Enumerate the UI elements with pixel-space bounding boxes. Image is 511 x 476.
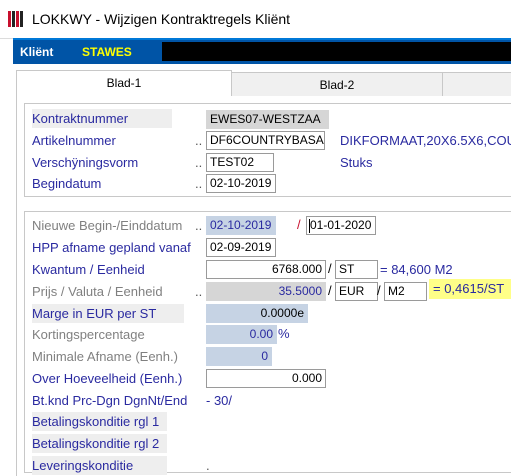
valuta-field[interactable]: EUR — [335, 282, 378, 301]
nieuwe-datum-dots: .. — [195, 218, 203, 233]
tab-panel-blad-1: Kontraktnummer EWES07-WESTZAA Artikelnum… — [16, 96, 511, 476]
marge-field: 0.0000e — [206, 304, 308, 323]
betalingskonditie-1-label: Betalingskonditie rgl 1 — [32, 412, 167, 431]
artikelnummer-field[interactable]: DF6COUNTRYBASA — [206, 131, 325, 150]
verschijningsvorm-field[interactable]: TEST02 — [206, 153, 274, 172]
prijs-unit-field[interactable]: M2 — [384, 282, 427, 301]
korting-label: Kortingspercentage — [32, 327, 145, 342]
text-cursor — [309, 219, 310, 233]
kontraktnummer-label: Kontraktnummer — [32, 109, 172, 128]
client-name-redacted — [162, 42, 511, 61]
nieuwe-einddatum-field[interactable]: 01-01-2020 — [306, 216, 376, 235]
kwantum-result: = 84,600 M2 — [380, 262, 453, 277]
korting-percent-sign: % — [278, 326, 290, 341]
artikelnummer-dots: .. — [195, 133, 203, 148]
contract-detail-group: Nieuwe Begin-/Einddatum .. 02-10-2019 / … — [24, 211, 511, 475]
app-icon — [8, 11, 25, 27]
prijs-separator-2: / — [377, 283, 381, 298]
hpp-afname-label: HPP afname gepland vanaf — [32, 240, 191, 255]
begindatum-label: Begindatum — [32, 176, 102, 191]
artikelnummer-label: Artikelnummer — [32, 133, 116, 148]
over-hoeveelheid-field[interactable]: 0.000 — [206, 369, 326, 388]
minimale-afname-label: Minimale Afname (Eenh.) — [32, 349, 178, 364]
tab-blad-1[interactable]: Blad-1 — [16, 70, 232, 97]
tab-3[interactable] — [442, 72, 511, 97]
title-bar: LOKKWY - Wijzigen Kontraktregels Kliënt — [0, 0, 511, 39]
verschijningsvorm-description: Stuks — [340, 155, 373, 170]
prijs-separator-1: / — [328, 283, 332, 298]
korting-field: 0.00 — [206, 325, 277, 344]
over-hoeveelheid-label: Over Hoeveelheid (Eenh.) — [32, 371, 183, 386]
nieuwe-datum-label: Nieuwe Begin-/Einddatum — [32, 218, 183, 233]
begindatum-dots: .. — [195, 176, 203, 191]
bt-knd-label: Bt.knd Prc-Dgn DgnNt/End — [32, 393, 188, 408]
tab-strip: Blad-1 Blad-2 — [16, 70, 511, 97]
client-value: STAWES — [82, 45, 132, 59]
kontraktnummer-field: EWES07-WESTZAA — [206, 110, 329, 129]
window-title: LOKKWY - Wijzigen Kontraktregels Kliënt — [32, 11, 291, 27]
nieuwe-datum-separator: / — [297, 217, 301, 232]
leveringskonditie-label: Leveringskonditie — [32, 456, 167, 475]
kwantum-field[interactable]: 6768.000 — [206, 260, 326, 279]
client-bar: Kliënt STAWES — [13, 38, 511, 64]
bt-knd-value: - 30/ — [206, 393, 233, 408]
begindatum-field[interactable]: 02-10-2019 — [206, 174, 276, 193]
tab-blad-2[interactable]: Blad-2 — [231, 72, 443, 97]
betalingskonditie-2-label: Betalingskonditie rgl 2 — [32, 434, 167, 453]
minimale-afname-field: 0 — [206, 347, 272, 366]
kwantum-unit-field[interactable]: ST — [335, 260, 378, 279]
client-label: Kliënt — [20, 45, 54, 59]
prijs-field: 35.5000 — [206, 282, 326, 301]
hpp-afname-field[interactable]: 02-09-2019 — [206, 238, 276, 257]
marge-label: Marge in EUR per ST — [32, 304, 184, 323]
leveringskonditie-value: . — [206, 458, 210, 473]
artikel-description: DIKFORMAAT,20X6.5X6,COU — [340, 133, 511, 148]
contract-header-group: Kontraktnummer EWES07-WESTZAA Artikelnum… — [24, 103, 511, 197]
verschijningsvorm-dots: .. — [195, 155, 203, 170]
nieuwe-begindatum-field: 02-10-2019 — [206, 216, 276, 235]
prijs-per-unit-result: = 0,4615/ST — [429, 279, 511, 299]
prijs-dots: .. — [195, 284, 203, 299]
verschijningsvorm-label: Verschÿningsvorm — [32, 155, 139, 170]
kwantum-separator: / — [328, 261, 332, 276]
prijs-label: Prijs / Valuta / Eenheid — [32, 284, 163, 299]
kwantum-label: Kwantum / Eenheid — [32, 262, 145, 277]
